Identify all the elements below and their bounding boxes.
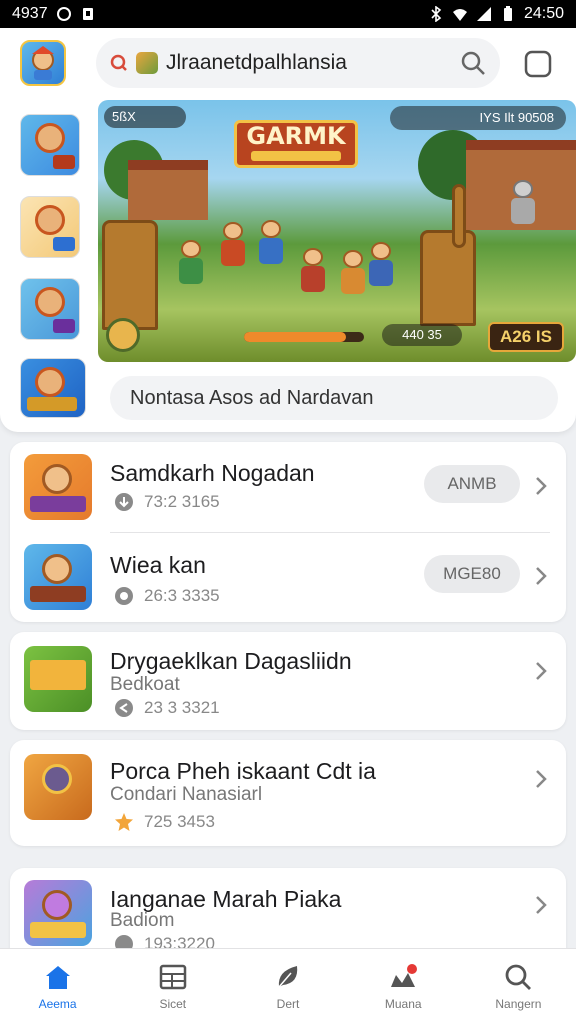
install-button[interactable]: ANMB [424, 465, 520, 503]
game-meta: 725 3453 [114, 812, 215, 832]
side-thumbnail-list [0, 102, 98, 432]
grid-icon [159, 964, 187, 989]
nav-tab-search[interactable]: Nangern [461, 949, 576, 1024]
download-icon [82, 8, 93, 20]
game-icon [24, 880, 92, 946]
leaf-icon [278, 965, 298, 987]
game-icon [24, 754, 92, 820]
app-logo[interactable] [20, 40, 66, 86]
game-title: Wiea kan [110, 552, 206, 578]
game-meta: 23 3 3321 [114, 698, 220, 718]
game-subtitle: Bedkoat [110, 674, 180, 695]
search-input[interactable] [166, 51, 452, 75]
game-list-card: Samdkarh Nogadan 73:2 3165 ANMB Wiea kan… [10, 442, 566, 622]
status-time-left: 4937 [12, 5, 48, 22]
cast-icon[interactable] [522, 48, 554, 80]
banner-hud-bottom: 440 35 [382, 324, 462, 346]
bottom-navigation: Aeema Sicet Dert Muana Nangern [0, 948, 576, 1024]
game-list-card: Drygaeklkan Dagasliidn Bedkoat 23 3 3321 [10, 632, 566, 730]
nav-tab-home[interactable]: Aeema [0, 949, 115, 1024]
side-thumbnail[interactable] [20, 278, 80, 340]
banner-progress-bar [244, 332, 364, 342]
notification-icon [391, 963, 418, 987]
list-item[interactable]: Samdkarh Nogadan 73:2 3165 ANMB [10, 442, 566, 532]
game-character-icon [32, 46, 54, 80]
nav-tab-notifications[interactable]: Muana [346, 949, 461, 1024]
search-icon [506, 964, 532, 990]
download-count-icon [115, 493, 133, 511]
bluetooth-icon [431, 6, 442, 22]
game-meta: 26:3 3335 [114, 586, 220, 606]
chevron-right-icon[interactable] [532, 565, 550, 587]
game-title: Drygaeklkan Dagasliidn [110, 648, 352, 674]
search-bar[interactable] [96, 38, 500, 88]
chevron-right-icon[interactable] [532, 660, 550, 682]
chevron-right-icon[interactable] [532, 768, 550, 790]
status-bar: 4937 24:50 [0, 0, 576, 28]
featured-section: GARMK 5ßX IYS Ilt 90508 440 35 A26 IS No… [0, 28, 576, 432]
game-title: Porca Pheh iskaant Cdt ia [110, 758, 376, 784]
status-time-right: 24:50 [523, 5, 564, 22]
battery-icon [503, 6, 512, 21]
banner-hud-left: 5ßX [104, 106, 186, 128]
game-icon [24, 646, 92, 712]
home-icon [45, 965, 70, 989]
featured-banner[interactable]: GARMK 5ßX IYS Ilt 90508 440 35 A26 IS [98, 100, 576, 362]
nav-tab-leaf[interactable]: Dert [230, 949, 345, 1024]
search-icon[interactable] [460, 50, 486, 76]
banner-gold-button[interactable]: A26 IS [488, 322, 564, 352]
list-item[interactable]: Wiea kan 26:3 3335 MGE80 [10, 532, 566, 622]
chevron-right-icon[interactable] [532, 894, 550, 916]
side-thumbnail[interactable] [20, 358, 86, 418]
side-thumbnail[interactable] [20, 114, 80, 176]
side-thumbnail[interactable] [20, 196, 80, 258]
badge-icon [115, 813, 133, 831]
chevron-right-icon[interactable] [532, 475, 550, 497]
game-meta: 73:2 3165 [114, 492, 220, 512]
download-count-icon [115, 587, 133, 605]
game-icon [24, 454, 92, 520]
level-badge-icon [106, 318, 140, 352]
game-title: Samdkarh Nogadan [110, 460, 315, 486]
record-icon [110, 54, 127, 71]
banner-hud-right: IYS Ilt 90508 [390, 106, 566, 130]
list-item[interactable]: Drygaeklkan Dagasliidn Bedkoat 23 3 3321 [10, 632, 566, 730]
game-thumbnail-icon [136, 52, 158, 74]
install-button[interactable]: MGE80 [424, 555, 520, 593]
list-item[interactable]: Porca Pheh iskaant Cdt ia Condari Nanasi… [10, 740, 566, 846]
share-icon [115, 699, 133, 717]
game-title: Ianganae Marah Piaka [110, 886, 342, 912]
game-list-card: Porca Pheh iskaant Cdt ia Condari Nanasi… [10, 740, 566, 846]
signal-icon [476, 7, 491, 21]
wifi-icon [452, 9, 467, 21]
promo-text-field[interactable]: Nontasa Asos ad Nardavan [110, 376, 558, 420]
nav-tab-grid[interactable]: Sicet [115, 949, 230, 1024]
notification-dot-icon [56, 7, 71, 21]
game-subtitle: Badiom [110, 910, 175, 931]
game-subtitle: Condari Nanasiarl [110, 784, 263, 805]
game-icon [24, 544, 92, 610]
banner-title: GARMK [234, 120, 358, 168]
